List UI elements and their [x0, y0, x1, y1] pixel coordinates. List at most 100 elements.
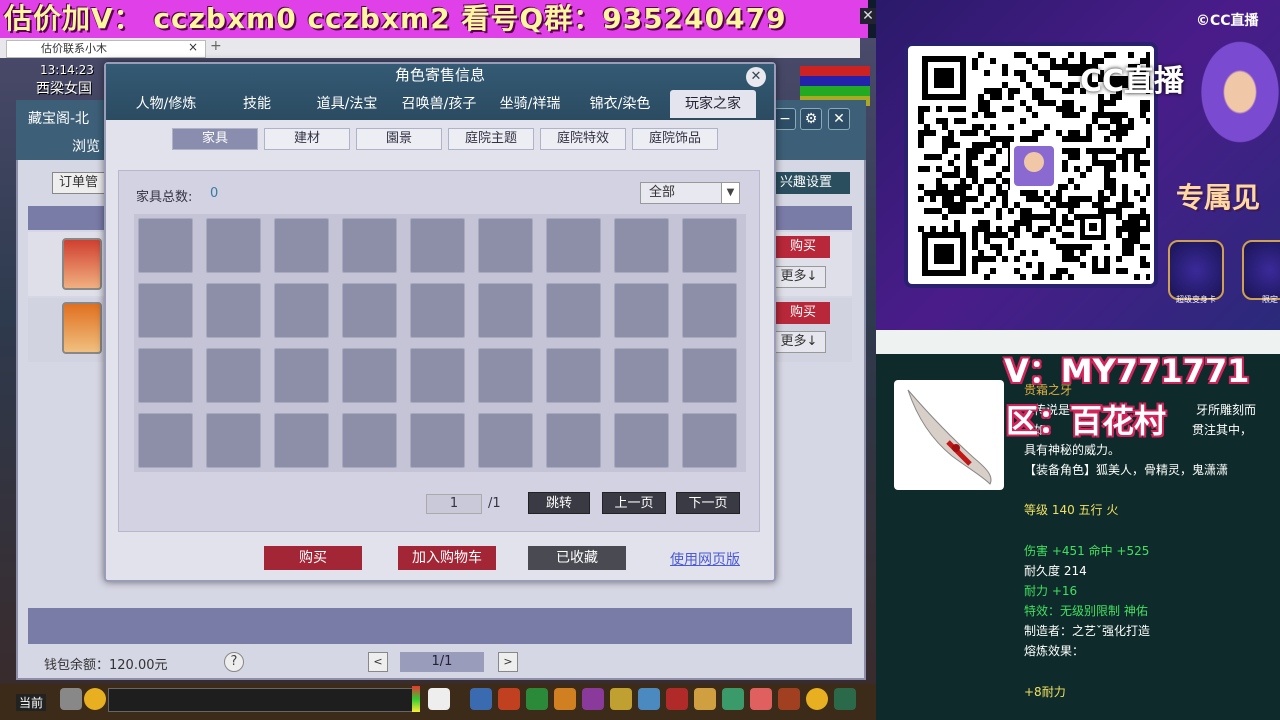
minimize-icon[interactable]: − — [774, 108, 796, 130]
item-icon[interactable] — [498, 688, 520, 710]
furniture-slot[interactable] — [478, 413, 533, 468]
furniture-slot[interactable] — [410, 283, 465, 338]
banner-close-icon[interactable]: ✕ — [860, 8, 876, 24]
furniture-slot[interactable] — [342, 348, 397, 403]
item-icon[interactable] — [778, 688, 800, 710]
furniture-slot[interactable] — [410, 413, 465, 468]
furniture-slot[interactable] — [274, 218, 329, 273]
gear-icon[interactable]: ⚙ — [800, 108, 822, 130]
chat-channel-label[interactable]: 当前 — [16, 694, 47, 711]
badge-label: 超级变身卡 — [1176, 295, 1216, 304]
furniture-slot[interactable] — [138, 413, 193, 468]
furniture-slot[interactable] — [206, 218, 261, 273]
browser-tab[interactable]: 估价联系小木 — [6, 40, 206, 58]
furniture-slot[interactable] — [546, 283, 601, 338]
furniture-slot[interactable] — [682, 348, 737, 403]
furniture-slot[interactable] — [206, 348, 261, 403]
furniture-slot[interactable] — [274, 413, 329, 468]
favorited-button[interactable]: 已收藏 — [528, 546, 626, 570]
prev-page-icon[interactable]: < — [368, 652, 388, 672]
interest-settings-button[interactable]: 兴趣设置 — [776, 172, 850, 194]
order-management-button[interactable]: 订单管 — [52, 172, 112, 194]
buy-button[interactable]: 购买 — [776, 236, 830, 258]
furniture-slot[interactable] — [546, 348, 601, 403]
chat-input[interactable] — [108, 688, 414, 712]
tab-items[interactable]: 道具/法宝 — [304, 90, 390, 118]
furniture-slot[interactable] — [274, 283, 329, 338]
item-icon[interactable] — [666, 688, 688, 710]
item-icon[interactable] — [554, 688, 576, 710]
more-button[interactable]: 更多↓ — [772, 266, 826, 288]
furniture-slot[interactable] — [206, 283, 261, 338]
emoji-icon[interactable] — [84, 688, 106, 710]
furniture-slot[interactable] — [342, 218, 397, 273]
item-desc: 贯注其中， — [1192, 423, 1253, 437]
furniture-slot[interactable] — [410, 218, 465, 273]
mic-icon[interactable] — [60, 688, 82, 710]
subtab-materials[interactable]: 建材 — [264, 128, 350, 150]
furniture-slot[interactable] — [138, 218, 193, 273]
subtab-courtyard-theme[interactable]: 庭院主题 — [448, 128, 534, 150]
tab-character[interactable]: 人物/修炼 — [122, 90, 210, 118]
item-icon[interactable] — [526, 688, 548, 710]
furniture-slot[interactable] — [478, 218, 533, 273]
web-version-link[interactable]: 使用网页版 — [670, 549, 740, 569]
furniture-slot[interactable] — [342, 413, 397, 468]
dialog-close-icon[interactable]: ✕ — [746, 67, 766, 87]
item-icon[interactable] — [722, 688, 744, 710]
browser-tab-close-icon[interactable]: × — [188, 40, 198, 54]
tab-skills[interactable]: 技能 — [222, 90, 292, 118]
item-refine-value: +8耐力 — [1024, 685, 1066, 699]
next-page-icon[interactable]: > — [498, 652, 518, 672]
tab-pets[interactable]: 召唤兽/孩子 — [394, 90, 484, 118]
furniture-slot[interactable] — [478, 348, 533, 403]
furniture-slot[interactable] — [682, 283, 737, 338]
more-button[interactable]: 更多↓ — [772, 331, 826, 353]
item-icon[interactable] — [834, 688, 856, 710]
subtab-courtyard-effects[interactable]: 庭院特效 — [540, 128, 626, 150]
subtab-garden[interactable]: 園景 — [356, 128, 442, 150]
furniture-slot[interactable] — [614, 218, 669, 273]
tab-player-home[interactable]: 玩家之家 — [670, 90, 756, 118]
close-icon[interactable]: ✕ — [828, 108, 850, 130]
furniture-slot[interactable] — [546, 413, 601, 468]
item-icon[interactable] — [582, 688, 604, 710]
chevron-down-icon[interactable]: ▼ — [721, 183, 739, 203]
furniture-slot[interactable] — [138, 348, 193, 403]
browse-tab[interactable]: 浏览 — [72, 136, 100, 156]
help-icon[interactable]: ? — [224, 652, 244, 672]
page-input[interactable]: 1 — [426, 494, 482, 514]
item-icon[interactable] — [806, 688, 828, 710]
buy-button[interactable]: 购买 — [264, 546, 362, 570]
tab-mounts[interactable]: 坐骑/祥瑞 — [490, 90, 570, 118]
transform-card-icon — [1168, 240, 1224, 300]
item-icon[interactable] — [694, 688, 716, 710]
furniture-slot[interactable] — [342, 283, 397, 338]
buy-button[interactable]: 购买 — [776, 302, 830, 324]
item-icon[interactable] — [750, 688, 772, 710]
furniture-slot[interactable] — [682, 218, 737, 273]
pet-icon[interactable] — [428, 688, 450, 710]
new-tab-icon[interactable]: + — [210, 38, 222, 54]
furniture-slot[interactable] — [614, 413, 669, 468]
furniture-slot[interactable] — [682, 413, 737, 468]
item-icon[interactable] — [638, 688, 660, 710]
item-icon[interactable] — [610, 688, 632, 710]
next-page-button[interactable]: 下一页 — [676, 492, 740, 514]
tab-outfits[interactable]: 锦衣/染色 — [576, 90, 664, 118]
weapon-image — [894, 380, 1004, 490]
furniture-slot[interactable] — [206, 413, 261, 468]
subtab-courtyard-decor[interactable]: 庭院饰品 — [632, 128, 718, 150]
furniture-slot[interactable] — [614, 283, 669, 338]
subtab-furniture[interactable]: 家具 — [172, 128, 258, 150]
furniture-slot[interactable] — [546, 218, 601, 273]
furniture-slot[interactable] — [410, 348, 465, 403]
prev-page-button[interactable]: 上一页 — [602, 492, 666, 514]
furniture-slot[interactable] — [614, 348, 669, 403]
jump-button[interactable]: 跳转 — [528, 492, 590, 514]
furniture-slot[interactable] — [274, 348, 329, 403]
furniture-slot[interactable] — [478, 283, 533, 338]
item-icon[interactable] — [470, 688, 492, 710]
furniture-slot[interactable] — [138, 283, 193, 338]
add-to-cart-button[interactable]: 加入购物车 — [398, 546, 496, 570]
